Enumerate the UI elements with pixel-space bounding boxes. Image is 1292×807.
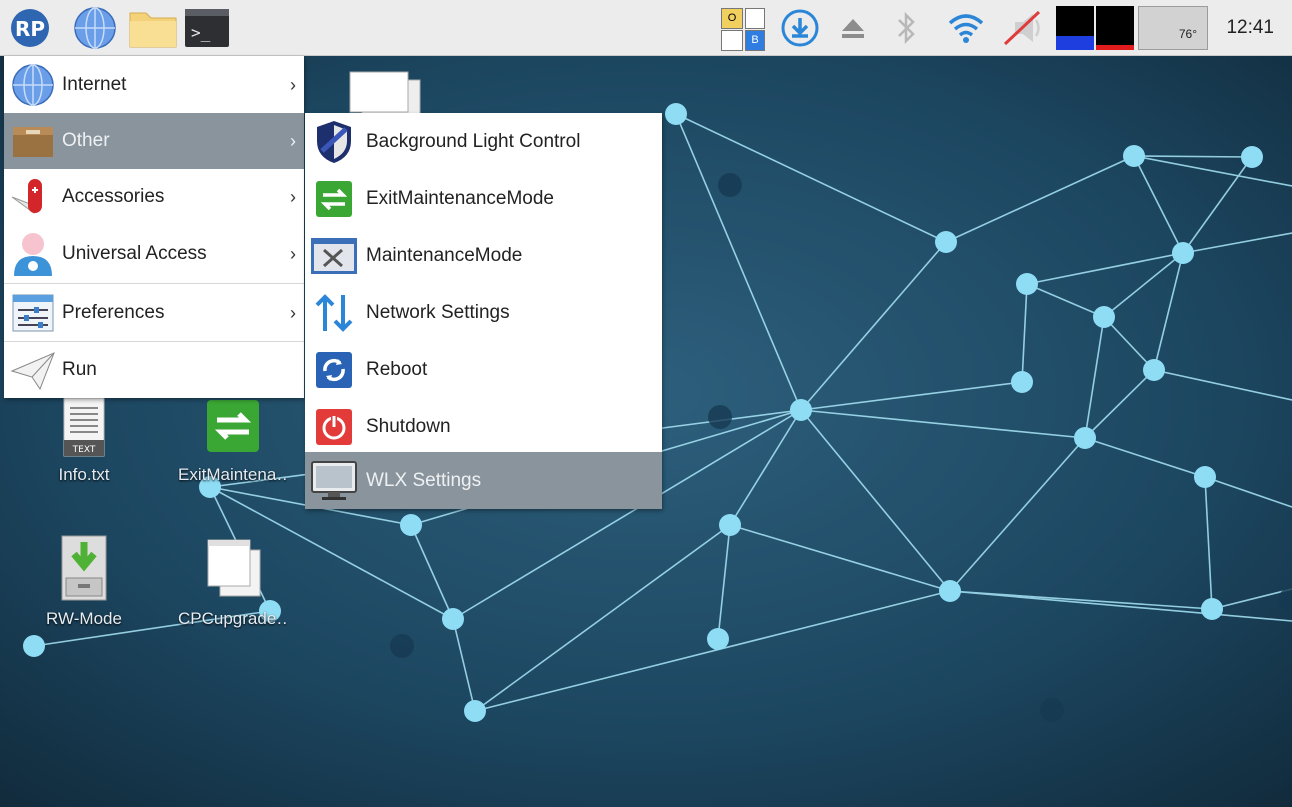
window-stack-icon	[207, 539, 261, 597]
exchange-arrows-icon	[207, 400, 259, 452]
submenu-item-reboot[interactable]: Reboot	[305, 341, 662, 398]
menu-item-label: Run	[62, 359, 97, 380]
rp-logo-icon: RP	[11, 9, 49, 47]
submenu-item-label: WLX Settings	[366, 469, 482, 491]
menu-item-label: Other	[62, 130, 110, 151]
cpu-monitor[interactable]	[1056, 6, 1094, 50]
menu-item-internet[interactable]: Internet ›	[4, 57, 304, 113]
volume-muted-icon	[1003, 10, 1041, 46]
desktop-icon-label: Info.txt	[58, 465, 110, 484]
paper-plane-icon	[4, 342, 62, 398]
folder-icon	[129, 12, 177, 48]
submenu-item-label: Background Light Control	[366, 130, 581, 152]
desktop-icon-label: RW-Mode	[46, 609, 122, 628]
download-icon	[781, 9, 819, 47]
memory-usage-fill	[1096, 45, 1134, 50]
chevron-right-icon: ›	[290, 131, 296, 151]
shield-icon	[305, 114, 363, 170]
submenu-item-network-settings[interactable]: Network Settings	[305, 284, 662, 341]
reboot-icon	[305, 342, 363, 398]
desktop-icon-rw-mode[interactable]: RW-Mode	[29, 534, 139, 629]
menu-item-label: Universal Access	[62, 243, 207, 264]
indicator-top-left: O	[721, 8, 743, 29]
indicator-top-right	[745, 8, 765, 29]
chevron-right-icon: ›	[290, 303, 296, 323]
bluetooth-icon	[898, 11, 915, 45]
menu-item-label: Internet	[62, 74, 127, 95]
submenu-item-label: Reboot	[366, 358, 428, 380]
eject-icon	[842, 19, 864, 38]
globe-icon	[4, 57, 62, 113]
eject-button[interactable]	[836, 8, 870, 48]
window-stack-icon	[349, 71, 421, 121]
svg-text:RP: RP	[15, 17, 45, 41]
taskbar: RP >_ O B 76° 12:41	[0, 0, 1292, 56]
keyboard-lock-indicator[interactable]: O B	[721, 8, 767, 51]
menu-button[interactable]: RP	[8, 8, 52, 48]
swiss-knife-icon	[4, 169, 62, 225]
terminal-icon: >_	[185, 9, 229, 47]
cpu-usage-fill	[1056, 36, 1094, 50]
bluetooth-button[interactable]	[892, 8, 922, 48]
tools-icon	[305, 228, 363, 284]
submenu-item-label: ExitMaintenanceMode	[366, 187, 554, 209]
person-accessibility-icon	[4, 226, 62, 282]
globe-icon	[74, 7, 116, 49]
box-icon	[4, 113, 62, 169]
submenu-item-label: MaintenanceMode	[366, 244, 523, 266]
chevron-right-icon: ›	[290, 75, 296, 95]
submenu-item-label: Shutdown	[366, 415, 451, 437]
svg-text:TEXT: TEXT	[72, 445, 96, 455]
desktop-icon-label: ExitMaintena…	[178, 465, 288, 484]
desktop-icon-label: CPCupgrade…	[178, 609, 288, 628]
menu-item-label: Preferences	[62, 302, 165, 323]
wifi-icon	[948, 14, 984, 43]
memory-monitor[interactable]	[1096, 6, 1134, 50]
menu-item-universal-access[interactable]: Universal Access ›	[4, 226, 304, 282]
browser-launcher[interactable]	[72, 7, 118, 49]
up-down-arrows-icon	[305, 285, 363, 341]
file-manager-launcher[interactable]	[128, 8, 178, 48]
desktop-icon-hidden-window[interactable]	[348, 70, 421, 121]
menu-item-accessories[interactable]: Accessories ›	[4, 169, 304, 225]
application-menu: Internet › Other › Accessories › Univers…	[4, 56, 304, 398]
submenu-item-label: Network Settings	[366, 301, 510, 323]
wifi-button[interactable]	[944, 8, 988, 48]
svg-text:>_: >_	[191, 23, 211, 42]
text-file-icon: TEXT	[63, 397, 105, 457]
cabinet-download-icon	[61, 535, 107, 601]
submenu-item-shutdown[interactable]: Shutdown	[305, 398, 662, 455]
power-icon	[305, 399, 363, 455]
chevron-right-icon: ›	[290, 187, 296, 207]
temperature-monitor[interactable]: 76°	[1138, 6, 1208, 50]
submenu-item-exitmaintenancemode[interactable]: ExitMaintenanceMode	[305, 170, 662, 227]
monitor-icon	[305, 453, 363, 509]
exchange-arrows-icon	[305, 171, 363, 227]
menu-separator	[4, 283, 304, 284]
menu-item-run[interactable]: Run	[4, 342, 304, 398]
sliders-icon	[4, 285, 62, 341]
chevron-right-icon: ›	[290, 244, 296, 264]
other-submenu: Background Light Control ExitMaintenance…	[305, 113, 662, 509]
clock[interactable]: 12:41	[1226, 0, 1274, 56]
submenu-item-background-light-control[interactable]: Background Light Control	[305, 113, 662, 170]
volume-button[interactable]	[998, 8, 1048, 48]
desktop-icon-info-txt[interactable]: TEXT Info.txt	[29, 396, 139, 485]
menu-item-label: Accessories	[62, 186, 165, 207]
menu-item-preferences[interactable]: Preferences ›	[4, 285, 304, 341]
indicator-bottom-left	[721, 30, 743, 51]
submenu-item-maintenancemode[interactable]: MaintenanceMode	[305, 227, 662, 284]
desktop-icon-exitmaintenance[interactable]: ExitMaintena…	[178, 396, 288, 485]
desktop-icon-cpcupgrade[interactable]: CPCupgrade…	[178, 534, 288, 629]
updater-button[interactable]	[780, 8, 820, 48]
menu-item-other[interactable]: Other ›	[4, 113, 304, 169]
terminal-launcher[interactable]: >_	[184, 8, 230, 48]
submenu-item-wlx-settings[interactable]: WLX Settings	[305, 452, 662, 509]
indicator-bottom-right: B	[745, 30, 765, 51]
